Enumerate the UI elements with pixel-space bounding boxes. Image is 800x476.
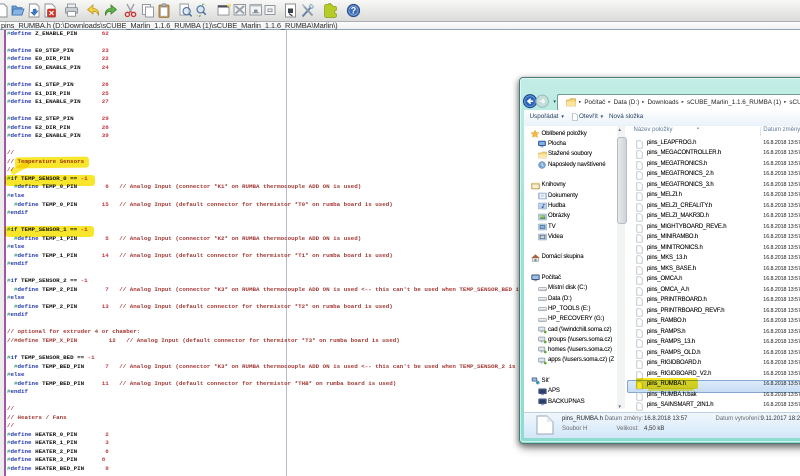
svg-text:?: ? bbox=[350, 6, 356, 16]
